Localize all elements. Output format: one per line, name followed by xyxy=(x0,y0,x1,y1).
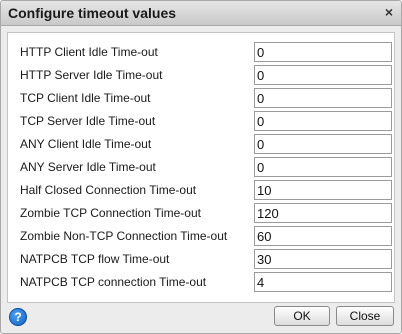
row-tcp-server-idle: TCP Server Idle Time-out xyxy=(8,111,394,133)
dialog-title: Configure timeout values xyxy=(8,5,177,21)
http-client-idle-timeout-input[interactable] xyxy=(254,42,392,62)
natpcb-tcp-flow-timeout-input[interactable] xyxy=(254,249,392,269)
field-label: TCP Server Idle Time-out xyxy=(20,114,156,128)
row-http-client-idle: HTTP Client Idle Time-out xyxy=(8,42,394,64)
half-closed-connection-timeout-input[interactable] xyxy=(254,180,392,200)
zombie-tcp-connection-timeout-input[interactable] xyxy=(254,203,392,223)
field-label: HTTP Client Idle Time-out xyxy=(20,45,158,59)
row-zombie-non-tcp-connection: Zombie Non-TCP Connection Time-out xyxy=(8,226,394,248)
close-icon[interactable]: × xyxy=(385,4,393,20)
field-label: Zombie Non-TCP Connection Time-out xyxy=(20,229,228,243)
field-label: HTTP Server Idle Time-out xyxy=(20,68,163,82)
timeout-form: HTTP Client Idle Time-out HTTP Server Id… xyxy=(7,32,395,303)
http-server-idle-timeout-input[interactable] xyxy=(254,65,392,85)
field-label: ANY Client Idle Time-out xyxy=(20,137,152,151)
dialog-footer: ? OK Close xyxy=(1,304,401,332)
field-label: TCP Client Idle Time-out xyxy=(20,91,151,105)
field-label: Half Closed Connection Time-out xyxy=(20,183,197,197)
row-natpcb-tcp-connection: NATPCB TCP connection Time-out xyxy=(8,272,394,294)
tcp-server-idle-timeout-input[interactable] xyxy=(254,111,392,131)
field-label: NATPCB TCP connection Time-out xyxy=(20,275,207,289)
any-server-idle-timeout-input[interactable] xyxy=(254,157,392,177)
ok-button[interactable]: OK xyxy=(274,306,330,326)
configure-timeout-dialog: Configure timeout values × HTTP Client I… xyxy=(0,0,402,334)
zombie-non-tcp-connection-timeout-input[interactable] xyxy=(254,226,392,246)
tcp-client-idle-timeout-input[interactable] xyxy=(254,88,392,108)
row-any-client-idle: ANY Client Idle Time-out xyxy=(8,134,394,156)
natpcb-tcp-connection-timeout-input[interactable] xyxy=(254,272,392,292)
field-label: NATPCB TCP flow Time-out xyxy=(20,252,170,266)
dialog-titlebar[interactable]: Configure timeout values × xyxy=(1,1,401,26)
help-icon[interactable]: ? xyxy=(9,308,27,326)
row-half-closed-connection: Half Closed Connection Time-out xyxy=(8,180,394,202)
row-http-server-idle: HTTP Server Idle Time-out xyxy=(8,65,394,87)
close-button[interactable]: Close xyxy=(336,306,394,326)
field-label: ANY Server Idle Time-out xyxy=(20,160,156,174)
row-natpcb-tcp-flow: NATPCB TCP flow Time-out xyxy=(8,249,394,271)
any-client-idle-timeout-input[interactable] xyxy=(254,134,392,154)
row-any-server-idle: ANY Server Idle Time-out xyxy=(8,157,394,179)
row-zombie-tcp-connection: Zombie TCP Connection Time-out xyxy=(8,203,394,225)
row-tcp-client-idle: TCP Client Idle Time-out xyxy=(8,88,394,110)
field-label: Zombie TCP Connection Time-out xyxy=(20,206,201,220)
